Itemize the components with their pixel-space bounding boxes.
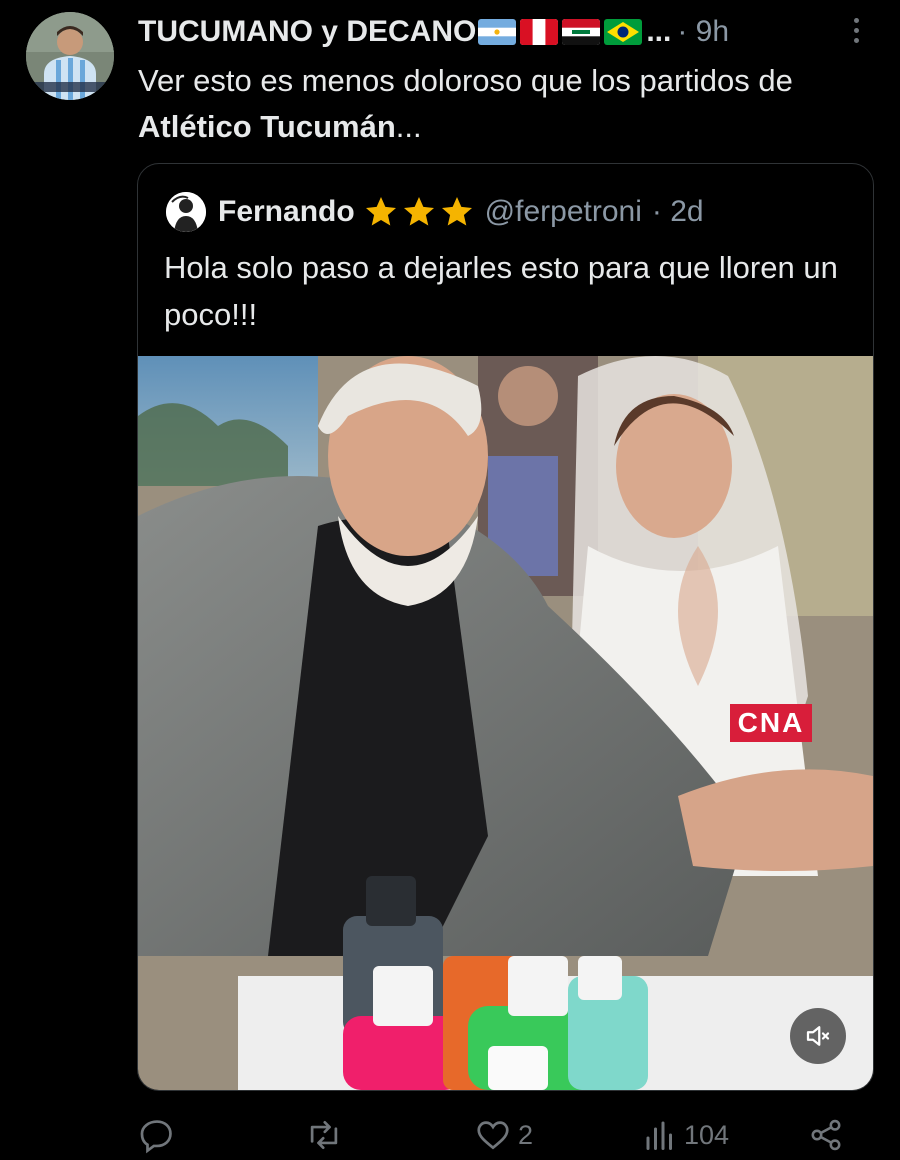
avatar-image [26, 12, 114, 100]
tweet-text: Ver esto es menos doloroso que los parti… [138, 58, 878, 150]
tweet-header: TUCUMANO y DECANO ... · 9h [138, 12, 729, 52]
like-count: 2 [518, 1119, 534, 1150]
quoted-video[interactable]: CNA [138, 356, 873, 1090]
repost-icon [310, 1120, 338, 1150]
star-icon [441, 197, 472, 226]
repost-button[interactable] [304, 1116, 350, 1154]
quoted-header: Fernando @ferpetroni · 2d [166, 192, 704, 232]
mute-button[interactable] [790, 1008, 846, 1064]
star-icon [365, 197, 396, 226]
quoted-text: Hola solo paso a dejarles esto para que … [164, 250, 838, 332]
like-button[interactable]: 2 [474, 1116, 533, 1154]
views-icon [646, 1121, 672, 1150]
more-options-icon[interactable] [846, 14, 866, 46]
iraq-flag-icon [562, 19, 601, 45]
video-watermark: CNA [730, 704, 812, 742]
name-ellipsis: ... [646, 15, 672, 48]
quoted-author-name[interactable]: Fernando [218, 195, 355, 229]
quoted-tweet[interactable]: Fernando @ferpetroni · 2d Hola solo paso… [137, 163, 874, 1091]
reply-button[interactable] [138, 1116, 182, 1154]
share-icon [811, 1119, 841, 1151]
quoted-time[interactable]: · 2d [652, 195, 704, 229]
views-button[interactable]: 104 [642, 1116, 729, 1154]
view-count: 104 [684, 1119, 730, 1150]
action-bar: 2 104 [0, 1110, 900, 1160]
tweet-time[interactable]: · 9h [677, 15, 729, 49]
quoted-handle[interactable]: @ferpetroni [485, 195, 642, 229]
tweet-text-part: Ver esto es menos doloroso que los parti… [138, 63, 793, 98]
author-name[interactable]: TUCUMANO y DECANO [138, 15, 476, 49]
star-icon [403, 197, 434, 226]
avatar[interactable] [26, 12, 114, 100]
argentina-flag-icon [478, 19, 517, 45]
tweet-text-end: ... [395, 109, 422, 144]
mute-icon [806, 1026, 830, 1046]
peru-flag-icon [520, 19, 559, 45]
share-button[interactable] [808, 1116, 844, 1154]
quoted-avatar[interactable] [166, 192, 206, 232]
tweet-text-bold: Atlético Tucumán [138, 109, 396, 144]
like-icon [477, 1121, 509, 1150]
quoted-stars [363, 194, 475, 230]
author-flags [478, 19, 643, 45]
reply-icon [140, 1120, 172, 1154]
brazil-flag-icon [604, 19, 643, 45]
quoted-avatar-image [166, 192, 206, 232]
